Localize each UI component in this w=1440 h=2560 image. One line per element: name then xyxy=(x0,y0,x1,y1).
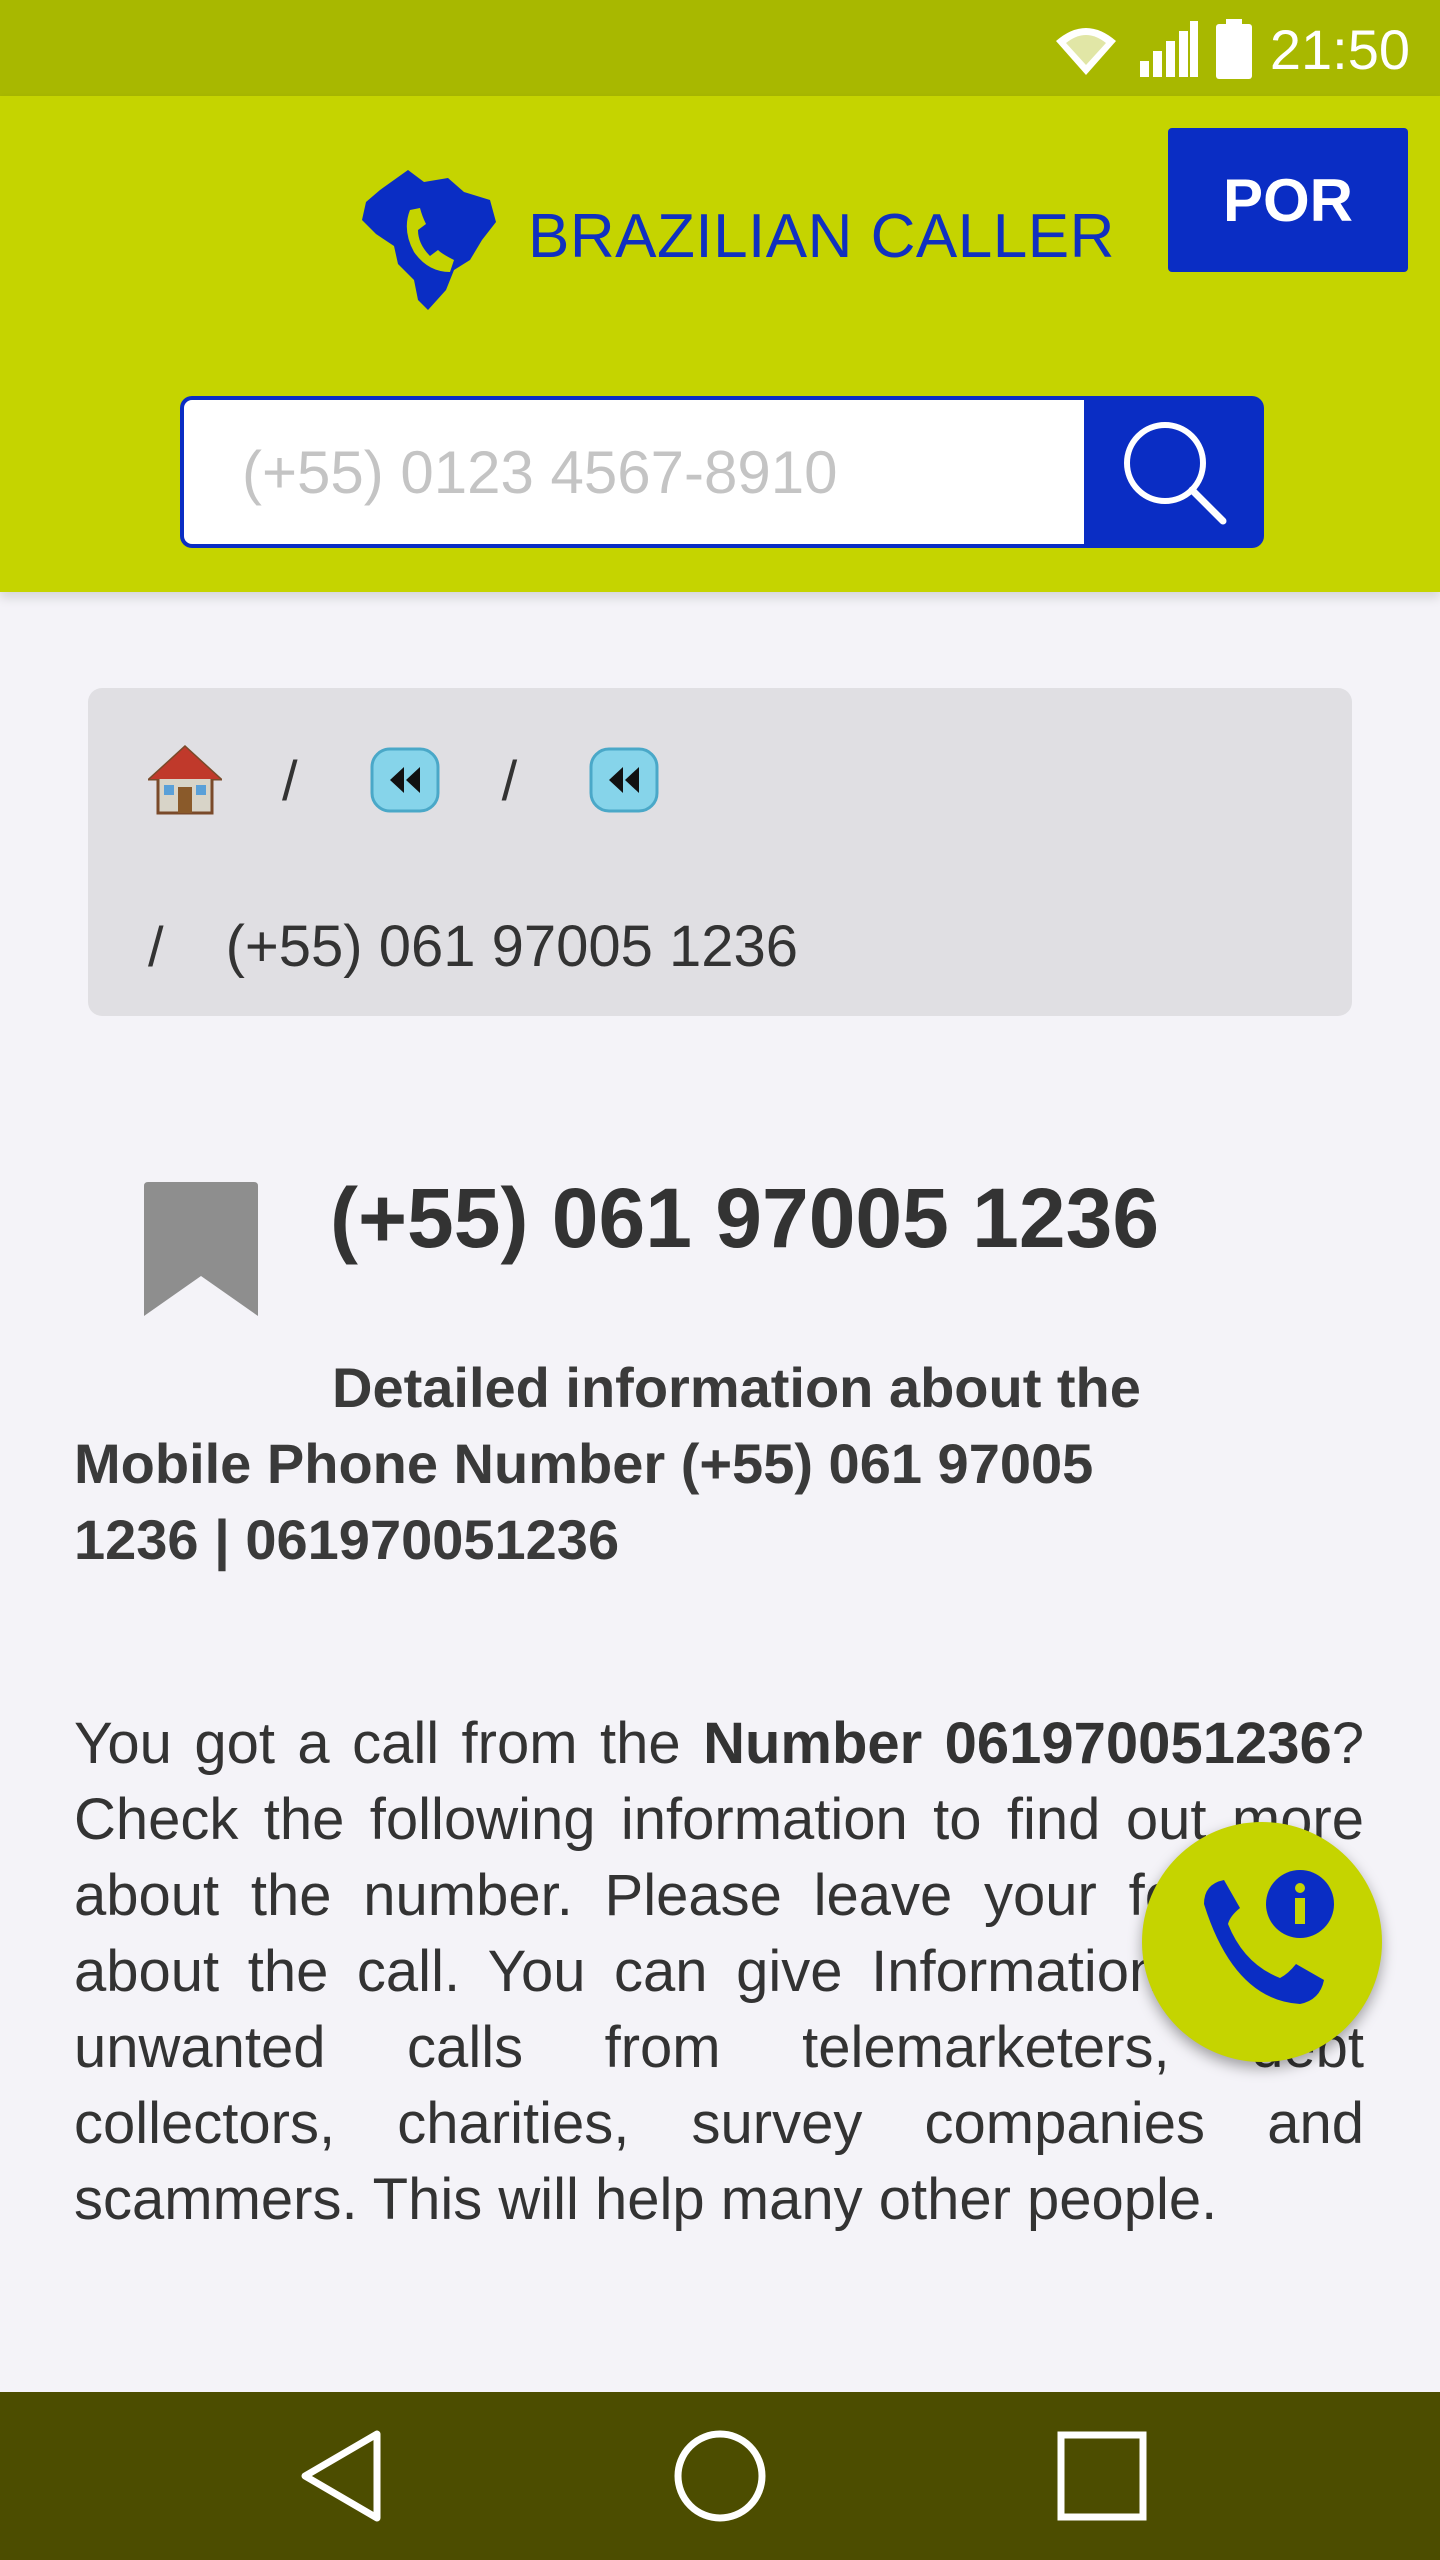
status-bar: 21:50 xyxy=(0,0,1440,96)
phone-info-icon xyxy=(1204,1870,1334,2004)
search-bar xyxy=(180,396,1264,548)
breadcrumb-row: / (+55) 061 97005 1236 xyxy=(148,896,798,996)
brazil-phone-logo-icon xyxy=(362,170,496,310)
call-info-fab[interactable] xyxy=(1142,1822,1382,2062)
intro-text: You got a call from the xyxy=(74,1711,704,1776)
detail-heading: Detailed information about the Mobile Ph… xyxy=(74,1356,1141,1571)
breadcrumb-row: / / xyxy=(148,730,661,830)
rewind-icon[interactable] xyxy=(368,743,442,817)
breadcrumb: / / / (+55) 061 97005 1236 xyxy=(88,688,1352,1016)
phone-number-title: (+55) 061 97005 1236 xyxy=(330,1171,1160,1265)
search-icon xyxy=(1124,422,1227,525)
search-button[interactable] xyxy=(1084,396,1264,548)
breadcrumb-separator: / xyxy=(148,914,164,978)
breadcrumb-current: (+55) 061 97005 1236 xyxy=(225,913,799,979)
bookmark-icon[interactable] xyxy=(144,1182,258,1316)
breadcrumb-separator: / xyxy=(501,748,518,812)
recents-square-icon xyxy=(1057,2431,1147,2521)
home-button[interactable] xyxy=(670,2426,770,2526)
language-button[interactable]: POR xyxy=(1168,128,1408,272)
system-nav-bar xyxy=(0,2392,1440,2560)
home-icon[interactable] xyxy=(148,743,222,817)
brand[interactable]: BRAZILIAN CALLER xyxy=(350,156,1115,316)
home-circle-icon xyxy=(674,2430,766,2522)
phone-search-input[interactable] xyxy=(180,396,1084,548)
breadcrumb-separator: / xyxy=(282,748,298,812)
status-icons: 21:50 xyxy=(1052,14,1410,84)
signal-icon xyxy=(1139,21,1198,77)
rewind-icon[interactable] xyxy=(587,743,661,817)
wifi-icon xyxy=(1055,28,1116,75)
status-time: 21:50 xyxy=(1269,17,1410,81)
app-header: BRAZILIAN CALLER POR xyxy=(0,96,1440,592)
brand-title: BRAZILIAN CALLER xyxy=(528,201,1115,271)
back-button[interactable] xyxy=(292,2426,392,2526)
back-icon xyxy=(301,2430,381,2522)
intro-number: Number 061970051236 xyxy=(703,1711,1332,1776)
battery-icon xyxy=(1215,19,1252,79)
recents-button[interactable] xyxy=(1052,2426,1152,2526)
